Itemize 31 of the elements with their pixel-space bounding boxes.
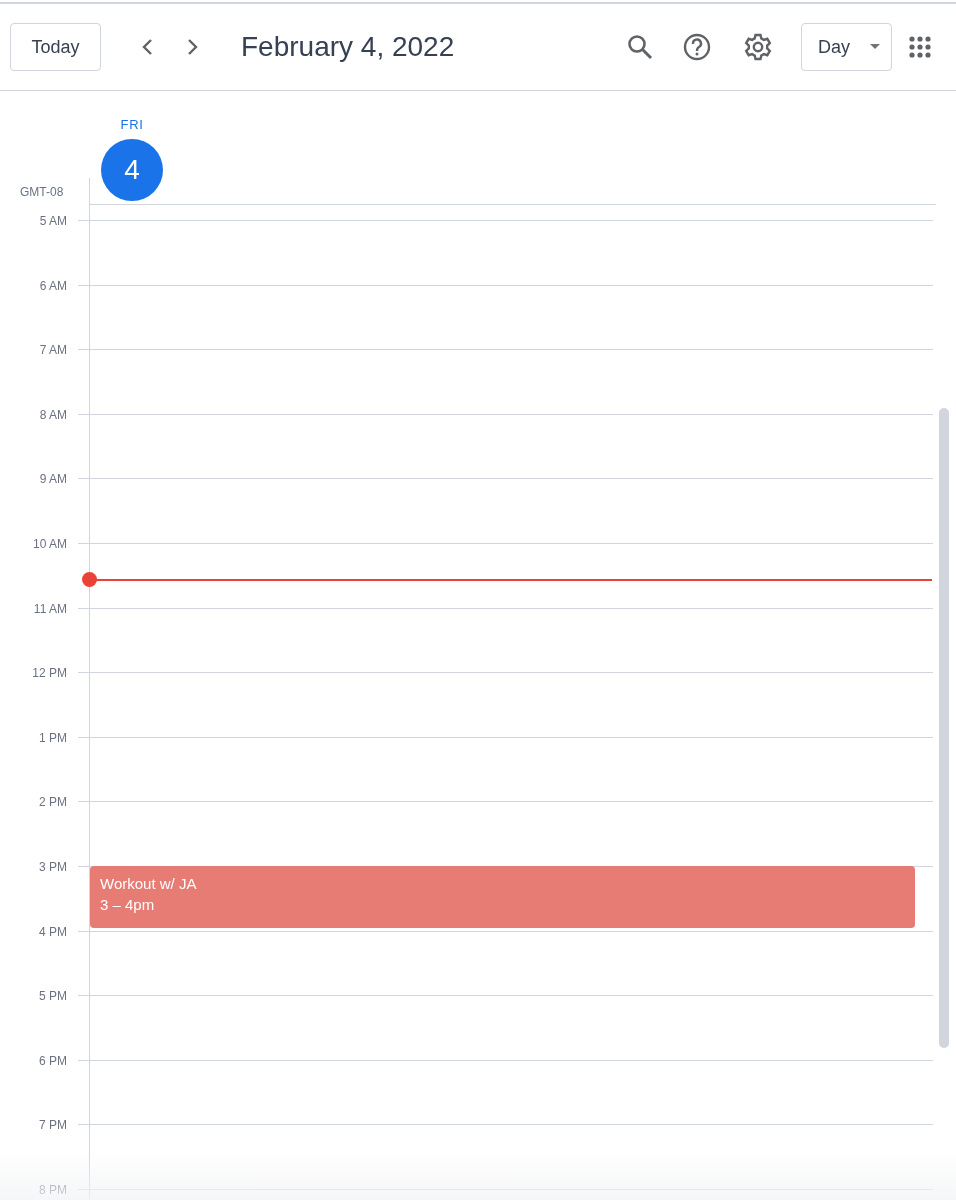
hour-label: 12 PM bbox=[32, 665, 67, 683]
hour-label: 7 PM bbox=[39, 1117, 67, 1135]
timezone-label: GMT-08 bbox=[20, 184, 64, 201]
hour-label: 11 AM bbox=[33, 600, 67, 618]
hour-label: 7 AM bbox=[39, 342, 67, 360]
next-icon[interactable] bbox=[185, 38, 199, 56]
date-title: February 4, 2022 bbox=[241, 30, 455, 64]
hour-label: 5 PM bbox=[39, 988, 67, 1006]
settings-icon[interactable] bbox=[743, 32, 773, 62]
previous-icon[interactable] bbox=[141, 38, 155, 56]
event-title: Workout w/ JA bbox=[100, 873, 198, 894]
today-button[interactable]: Today bbox=[10, 23, 101, 71]
hour-label: 3 PM bbox=[39, 858, 67, 876]
hour-label: 6 AM bbox=[39, 277, 67, 295]
hour-label: 6 PM bbox=[39, 1052, 67, 1070]
hour-label: 8 AM bbox=[39, 406, 67, 424]
hour-label: 9 AM bbox=[39, 471, 67, 489]
view-selector[interactable]: Day bbox=[801, 23, 892, 71]
search-icon[interactable] bbox=[627, 34, 653, 60]
hour-label: 10 AM bbox=[32, 535, 67, 553]
caret-icon bbox=[870, 44, 880, 50]
help-icon[interactable] bbox=[683, 33, 711, 61]
event-time: 3 – 4pm bbox=[100, 894, 156, 915]
hour-label: 2 PM bbox=[39, 794, 67, 812]
weekday-label: FRI bbox=[120, 116, 144, 134]
hour-label: 1 PM bbox=[39, 729, 67, 747]
scrollbar[interactable] bbox=[939, 408, 949, 1048]
hour-label: 4 PM bbox=[39, 923, 67, 941]
hour-label: 8 PM bbox=[39, 1181, 67, 1199]
hour-label: 5 AM bbox=[39, 213, 67, 230]
apps-icon[interactable] bbox=[909, 36, 931, 58]
